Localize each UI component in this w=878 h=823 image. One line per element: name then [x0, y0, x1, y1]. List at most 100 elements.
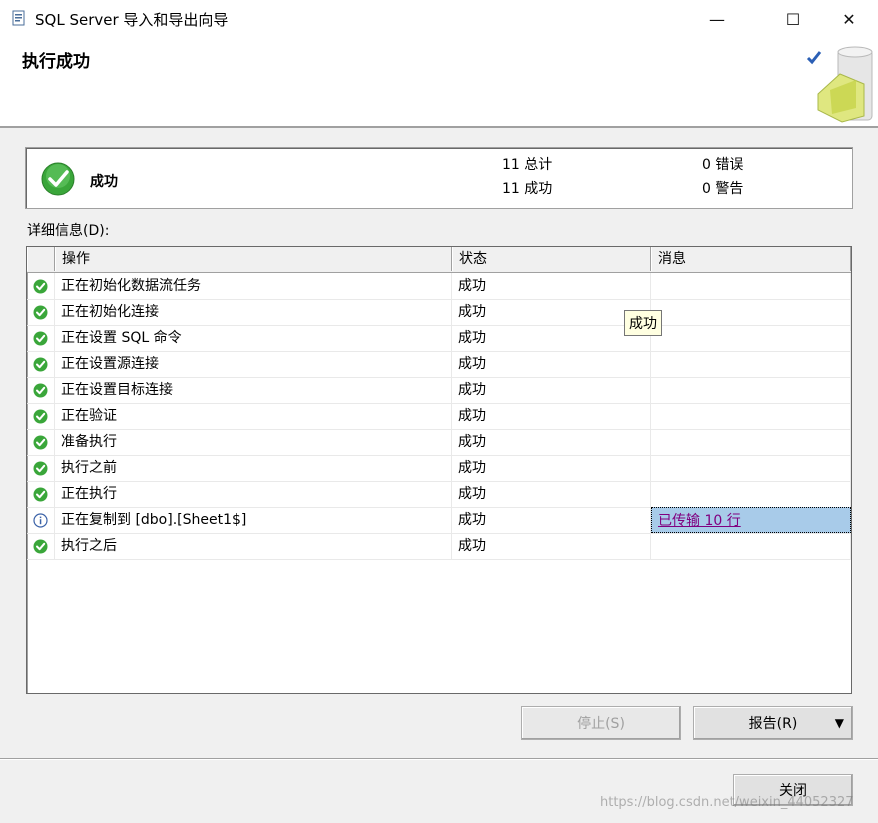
action-cell: 正在执行: [55, 481, 452, 507]
message-cell: [651, 429, 851, 455]
row-icon-cell: [27, 273, 55, 299]
close-icon: ✕: [842, 9, 856, 29]
row-icon-cell: [27, 325, 55, 351]
action-cell: 执行之后: [55, 533, 452, 559]
message-cell: [651, 299, 851, 325]
row-icon-cell: [27, 455, 55, 481]
footer-divider: [0, 758, 878, 760]
table-row[interactable]: 准备执行 成功: [27, 429, 851, 456]
watermark: https://blog.csdn.net/weixin_44052327: [600, 795, 854, 810]
success-icon: [33, 487, 48, 502]
action-cell: 正在设置 SQL 命令: [55, 325, 452, 351]
stop-button-label: 停止(S): [577, 716, 625, 732]
total-count: 11 总计: [502, 157, 553, 173]
column-header-message[interactable]: 消息: [651, 247, 851, 271]
page-title: 执行成功: [22, 52, 90, 72]
message-cell: [651, 481, 851, 507]
success-icon: [33, 539, 48, 554]
dropdown-arrow-icon[interactable]: ▼: [835, 716, 844, 730]
table-row[interactable]: 正在初始化连接 成功: [27, 299, 851, 326]
maximize-icon: ☐: [785, 9, 801, 29]
status-cell: 成功: [452, 299, 651, 325]
action-cell: 正在初始化连接: [55, 299, 452, 325]
wizard-graphic-icon: [806, 46, 873, 123]
wizard-header: 执行成功: [0, 38, 878, 128]
info-icon: [33, 513, 48, 528]
report-button[interactable]: 报告(R) ▼: [693, 706, 853, 740]
table-row[interactable]: 执行之前 成功: [27, 455, 851, 482]
action-cell: 执行之前: [55, 455, 452, 481]
title-bar: SQL Server 导入和导出向导 — ☐ ✕: [0, 0, 878, 38]
rows-transferred-link[interactable]: 已传输 10 行: [658, 513, 741, 529]
action-cell: 正在验证: [55, 403, 452, 429]
message-cell: [651, 403, 851, 429]
status-cell: 成功: [452, 403, 651, 429]
row-icon-cell: [27, 533, 55, 559]
table-row[interactable]: 正在初始化数据流任务 成功: [27, 273, 851, 300]
row-icon-cell: [27, 429, 55, 455]
success-icon: [33, 383, 48, 398]
success-icon: [33, 305, 48, 320]
table-row[interactable]: 正在设置源连接 成功: [27, 351, 851, 378]
row-icon-cell: [27, 377, 55, 403]
stop-button[interactable]: 停止(S): [521, 706, 681, 740]
action-cell: 正在设置源连接: [55, 351, 452, 377]
report-button-label: 报告(R): [748, 716, 798, 732]
minimize-icon: —: [709, 9, 725, 29]
message-cell: [651, 273, 851, 299]
column-header-action[interactable]: 操作: [55, 247, 452, 271]
minimize-button[interactable]: —: [694, 0, 740, 38]
status-cell: 成功: [452, 455, 651, 481]
message-cell: [651, 351, 851, 377]
status-cell: 成功: [452, 481, 651, 507]
table-row[interactable]: 正在验证 成功: [27, 403, 851, 430]
error-count: 0 错误: [702, 157, 744, 173]
success-icon: [33, 357, 48, 372]
details-grid[interactable]: 操作 状态 消息 正在初始化数据流任务 成功 正在初始化连接 成功 正在设置 SQL 命…: [26, 246, 852, 694]
window-title: SQL Server 导入和导出向导: [35, 11, 229, 29]
success-count: 11 成功: [502, 181, 553, 197]
success-icon: [41, 162, 75, 196]
message-cell: [651, 377, 851, 403]
message-cell: [651, 533, 851, 559]
success-icon: [33, 409, 48, 424]
close-window-button[interactable]: ✕: [826, 0, 872, 38]
status-cell: 成功: [452, 533, 651, 559]
table-row[interactable]: 执行之后 成功: [27, 533, 851, 560]
action-cell: 正在设置目标连接: [55, 377, 452, 403]
summary-status: 成功: [90, 174, 118, 190]
column-header-status[interactable]: 状态: [452, 247, 651, 271]
row-icon-cell: [27, 481, 55, 507]
status-cell: 成功: [452, 507, 651, 533]
status-tooltip: 成功: [624, 310, 662, 336]
row-icon-cell: [27, 403, 55, 429]
warning-count: 0 警告: [702, 181, 744, 197]
action-cell: 正在复制到 [dbo].[Sheet1$]: [55, 507, 452, 533]
summary-panel: 成功 11 总计 11 成功 0 错误 0 警告: [25, 147, 853, 209]
row-icon-cell: [27, 299, 55, 325]
action-cell: 正在初始化数据流任务: [55, 273, 452, 299]
column-header-icon[interactable]: [27, 247, 55, 271]
table-row[interactable]: 正在执行 成功: [27, 481, 851, 508]
table-row[interactable]: 正在复制到 [dbo].[Sheet1$] 成功 已传输 10 行: [27, 507, 851, 534]
status-cell: 成功: [452, 273, 651, 299]
grid-header: 操作 状态 消息: [27, 247, 851, 273]
success-icon: [33, 435, 48, 450]
status-cell: 成功: [452, 429, 651, 455]
action-cell: 准备执行: [55, 429, 452, 455]
status-cell: 成功: [452, 377, 651, 403]
success-icon: [33, 461, 48, 476]
success-icon: [33, 279, 48, 294]
row-icon-cell: [27, 507, 55, 533]
maximize-button[interactable]: ☐: [770, 0, 816, 38]
message-cell[interactable]: 已传输 10 行: [651, 507, 851, 533]
row-icon-cell: [27, 351, 55, 377]
message-cell: [651, 325, 851, 351]
message-cell: [651, 455, 851, 481]
wizard-app-icon: [12, 10, 25, 26]
table-row[interactable]: 正在设置目标连接 成功: [27, 377, 851, 404]
table-row[interactable]: 正在设置 SQL 命令 成功: [27, 325, 851, 352]
status-cell: 成功: [452, 325, 651, 351]
details-label: 详细信息(D):: [27, 223, 110, 239]
status-cell: 成功: [452, 351, 651, 377]
